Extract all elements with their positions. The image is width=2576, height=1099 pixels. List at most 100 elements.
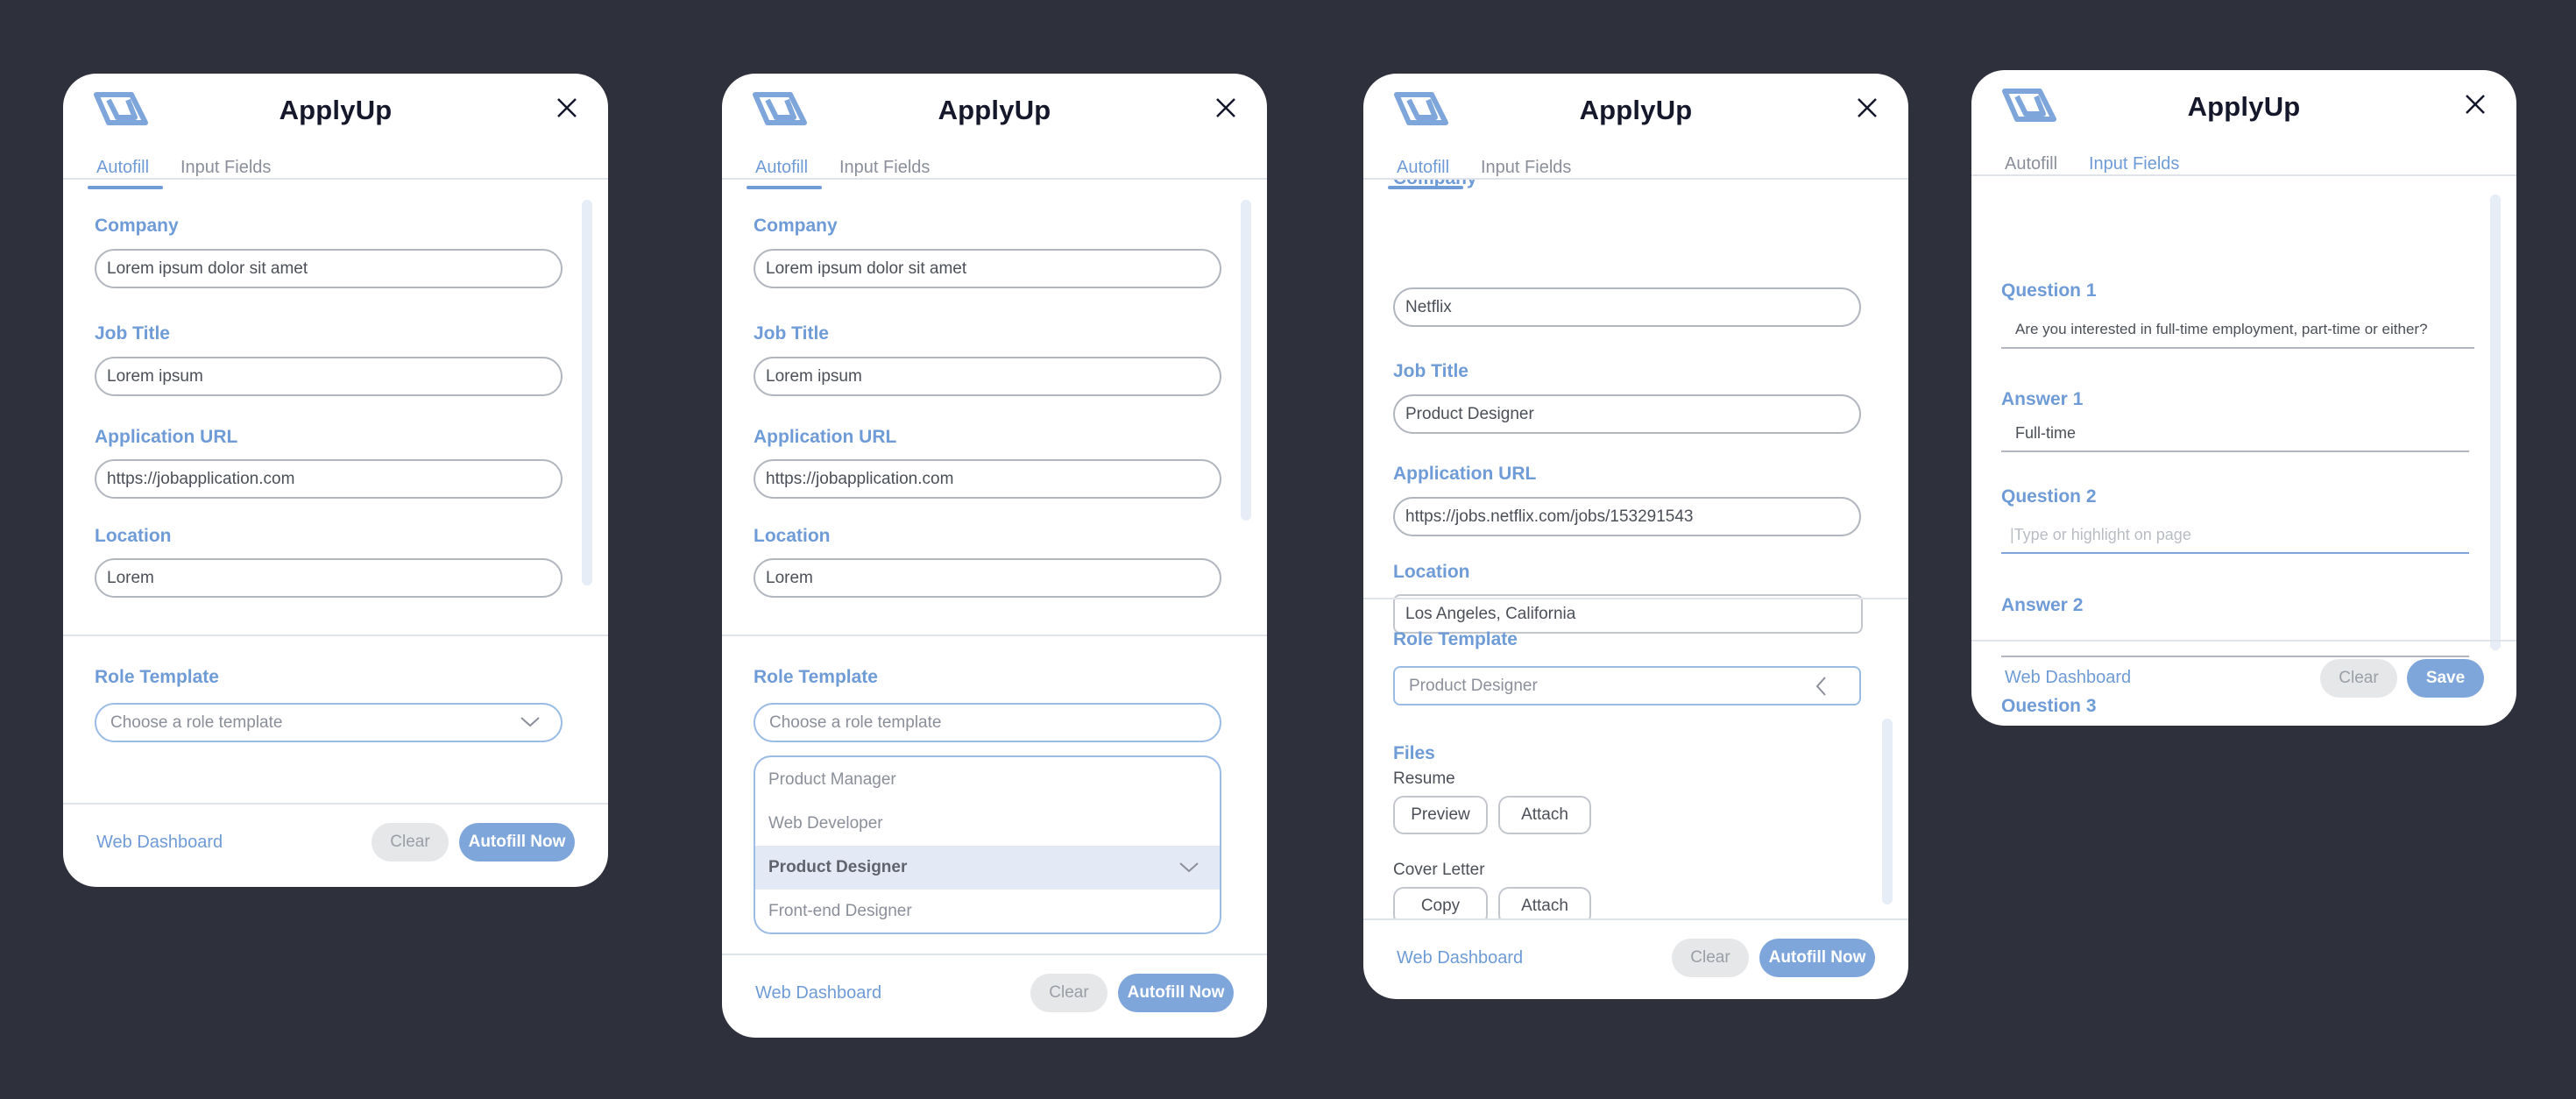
application-url-input[interactable]: https://jobapplication.com (95, 459, 563, 499)
job-title-label: Job Title (1393, 361, 1468, 381)
tab-input-fields[interactable]: Input Fields (180, 158, 271, 178)
role-template-label: Role Template (1393, 629, 1518, 649)
footer-divider (722, 954, 1267, 955)
chevron-left-icon (1815, 677, 1826, 696)
save-button[interactable]: Save (2407, 659, 2484, 698)
role-template-select[interactable]: Product Designer (1393, 666, 1861, 705)
divider (63, 635, 608, 636)
dropdown-option-selected[interactable]: Product Designer (755, 846, 1220, 890)
scrollbar[interactable] (1241, 200, 1251, 521)
close-icon[interactable] (556, 96, 578, 119)
resume-attach-button[interactable]: Attach (1498, 796, 1591, 834)
tab-autofill[interactable]: Autofill (96, 158, 149, 178)
tab-input-fields[interactable]: Input Fields (1481, 158, 1571, 178)
dropdown-option[interactable]: Web Developer (755, 802, 1220, 846)
cover-letter-copy-button[interactable]: Copy (1393, 887, 1488, 918)
answer-2-label: Answer 2 (2001, 595, 2084, 615)
divider (722, 635, 1267, 636)
company-input[interactable]: Netflix (1393, 287, 1861, 327)
scrollbar[interactable] (2490, 195, 2501, 650)
job-title-label: Job Title (754, 323, 829, 344)
clear-button[interactable]: Clear (372, 823, 449, 861)
panel-header: ApplyUp (1363, 74, 1908, 145)
location-input[interactable]: Lorem (754, 558, 1221, 598)
tab-autofill[interactable]: Autofill (2005, 154, 2057, 174)
footer-divider (1363, 918, 1908, 920)
location-label: Location (754, 526, 831, 546)
close-icon[interactable] (1214, 96, 1237, 119)
answer-2-input[interactable] (2001, 629, 2469, 657)
tab-input-fields[interactable]: Input Fields (2089, 154, 2179, 174)
job-title-label: Job Title (95, 323, 170, 344)
clear-button[interactable]: Clear (1030, 974, 1108, 1012)
question-1-input[interactable]: Are you interested in full-time employme… (2001, 321, 2474, 349)
clear-button[interactable]: Clear (1672, 939, 1749, 977)
question-2-label: Question 2 (2001, 486, 2097, 507)
active-tab-indicator (1388, 186, 1463, 189)
role-template-label: Role Template (754, 667, 878, 687)
app-title: ApplyUp (2187, 91, 2301, 122)
files-label: Files (1393, 743, 1435, 763)
extension-panel-input-fields: ApplyUp Autofill Input Fields Question 1… (1971, 70, 2516, 726)
resume-preview-button[interactable]: Preview (1393, 796, 1488, 834)
dropdown-option[interactable]: Front-end Designer (755, 890, 1220, 932)
role-template-dropdown-list: Product Manager Web Developer Product De… (754, 755, 1221, 934)
application-url-label: Application URL (1393, 464, 1537, 484)
footer-divider (63, 803, 608, 805)
extension-panel-autofill: ApplyUp Autofill Input Fields Company Lo… (63, 74, 608, 887)
company-label: Company (95, 216, 179, 236)
web-dashboard-link[interactable]: Web Dashboard (1397, 948, 1523, 968)
app-title: ApplyUp (938, 95, 1051, 125)
tab-autofill[interactable]: Autofill (755, 158, 808, 178)
close-icon[interactable] (2464, 93, 2487, 116)
autofill-now-button[interactable]: Autofill Now (459, 823, 575, 861)
company-input[interactable]: Lorem ipsum dolor sit amet (95, 249, 563, 288)
chevron-down-icon (1179, 862, 1199, 873)
cover-letter-attach-button[interactable]: Attach (1498, 887, 1591, 918)
location-label: Location (95, 526, 172, 546)
job-title-input[interactable]: Product Designer (1393, 394, 1861, 434)
panel-header: ApplyUp (63, 74, 608, 145)
answer-1-input[interactable]: Full-time (2001, 424, 2469, 452)
role-template-select[interactable]: Choose a role template (754, 703, 1221, 742)
clear-button[interactable]: Clear (2320, 659, 2397, 698)
scrollbar[interactable] (1882, 719, 1893, 904)
company-input[interactable]: Lorem ipsum dolor sit amet (754, 249, 1221, 288)
extension-panel-autofill-dropdown: ApplyUp Autofill Input Fields Company Lo… (722, 74, 1267, 1038)
application-url-label: Application URL (754, 427, 897, 447)
job-title-input[interactable]: Lorem ipsum (95, 357, 563, 396)
app-title: ApplyUp (1579, 95, 1693, 125)
web-dashboard-link[interactable]: Web Dashboard (96, 833, 223, 853)
scroll-area-top: Company Netflix Job Title Product Design… (1363, 179, 1908, 670)
cover-letter-buttons-clip: Copy Attach (1363, 883, 1908, 918)
autofill-now-button[interactable]: Autofill Now (1118, 974, 1234, 1012)
resume-label: Resume (1393, 769, 1455, 788)
app-title: ApplyUp (279, 95, 393, 125)
questions-scroll-area: Question 1 Are you interested in full-ti… (1971, 175, 2516, 712)
tab-input-fields[interactable]: Input Fields (839, 158, 930, 178)
active-tab-indicator (747, 186, 822, 189)
footer-divider (1971, 640, 2516, 642)
answer-1-label: Answer 1 (2001, 389, 2084, 409)
question-2-input[interactable]: |Type or highlight on page (2001, 526, 2469, 554)
role-template-label: Role Template (95, 667, 219, 687)
location-input[interactable]: Los Angeles, California (1393, 594, 1863, 634)
extension-panel-autofill-filled: ApplyUp Company Netflix Job Title Produc… (1363, 74, 1908, 999)
close-icon[interactable] (1856, 96, 1879, 119)
cover-letter-label: Cover Letter (1393, 861, 1485, 879)
web-dashboard-link[interactable]: Web Dashboard (2005, 668, 2131, 688)
panel-header: ApplyUp (722, 74, 1267, 145)
application-url-input[interactable]: https://jobapplication.com (754, 459, 1221, 499)
job-title-input[interactable]: Lorem ipsum (754, 357, 1221, 396)
tab-autofill[interactable]: Autofill (1397, 158, 1449, 178)
role-template-select[interactable]: Choose a role template (95, 703, 563, 742)
application-url-input[interactable]: https://jobs.netflix.com/jobs/153291543 (1393, 497, 1861, 536)
autofill-now-button[interactable]: Autofill Now (1759, 939, 1875, 977)
scrollbar[interactable] (582, 200, 592, 585)
location-label: Location (1393, 562, 1470, 582)
divider (1363, 598, 1908, 599)
dropdown-option[interactable]: Product Manager (755, 758, 1220, 802)
web-dashboard-link[interactable]: Web Dashboard (755, 983, 881, 1003)
application-url-label: Application URL (95, 427, 238, 447)
location-input[interactable]: Lorem (95, 558, 563, 598)
